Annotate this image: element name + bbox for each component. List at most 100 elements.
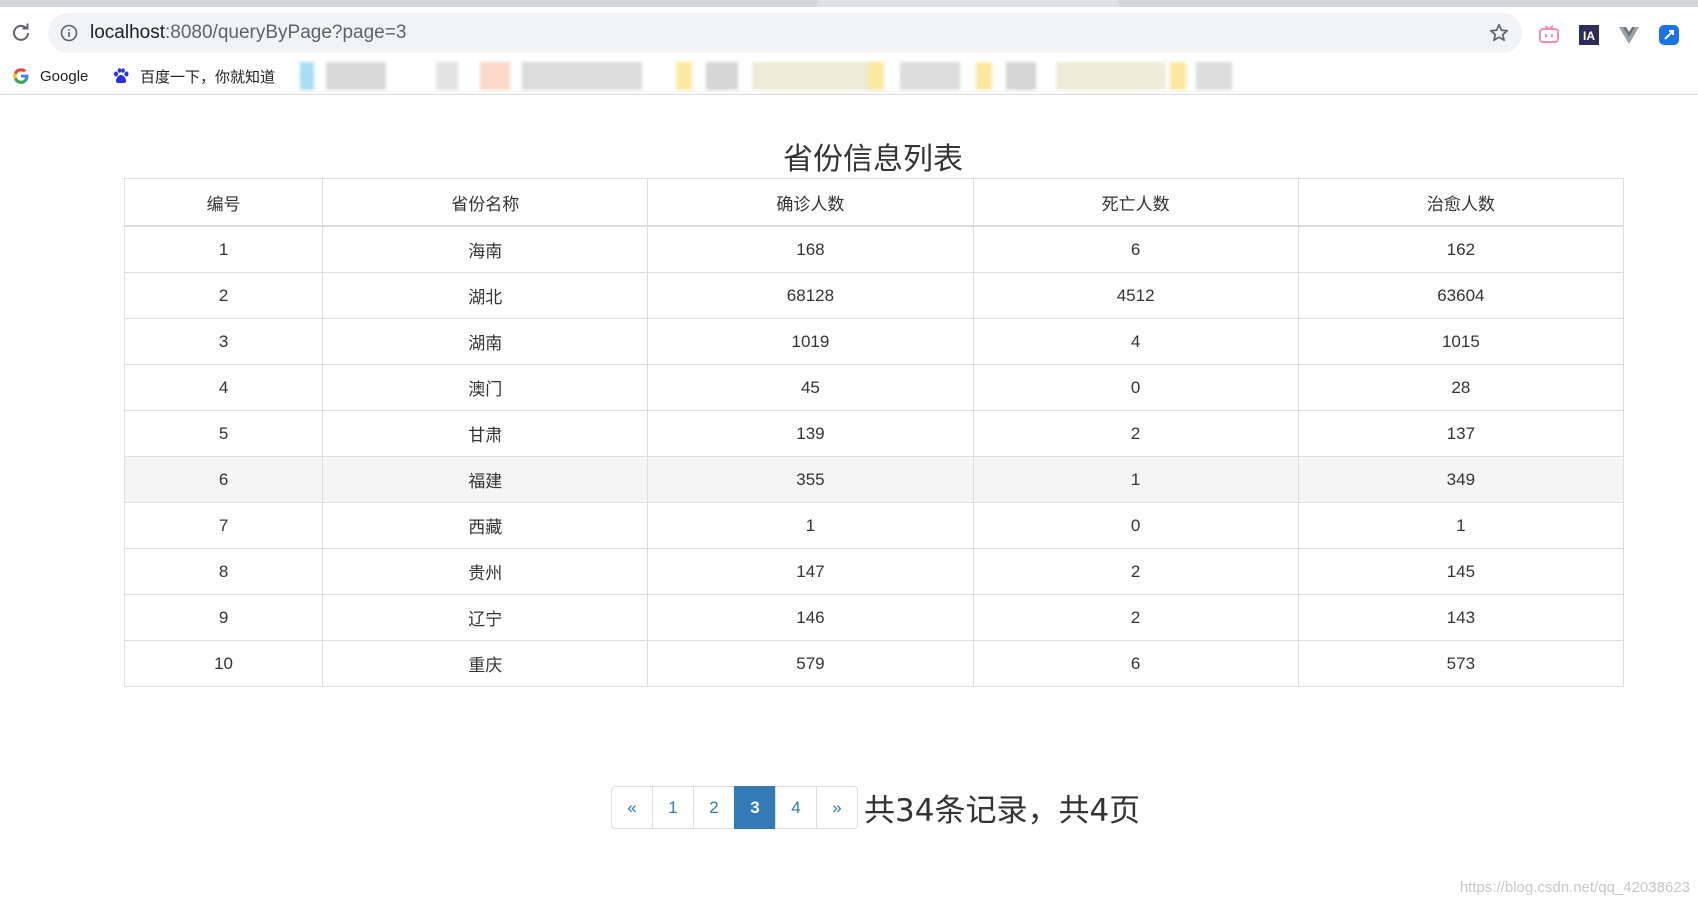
cell-id: 10 [123,640,324,687]
cell-id: 4 [123,364,324,411]
pagination-page-1[interactable]: 1 [652,786,694,829]
cell-id: 6 [123,456,324,503]
cell-recovered: 28 [1297,364,1625,411]
cell-recovered: 1 [1297,502,1625,549]
url-path: :8080/queryByPage?page=3 [165,22,407,43]
bookmarks-bar: Google 百度一下，你就知道 [0,60,1698,95]
cell-id: 1 [123,225,324,273]
bookmark-baidu[interactable]: 百度一下，你就知道 [112,64,275,88]
cell-confirmed: 68128 [647,272,974,319]
cell-recovered: 145 [1297,548,1625,595]
cell-deaths: 6 [972,640,1299,687]
pagination-page-2[interactable]: 2 [693,786,735,829]
google-icon [13,68,29,84]
cell-confirmed: 579 [647,640,974,687]
table-row: 3 湖南 1019 4 1015 [123,318,1625,365]
info-icon[interactable] [60,24,78,42]
column-header-deaths: 死亡人数 [972,178,1299,227]
table-row: 8 贵州 147 2 145 [123,548,1625,595]
tab-background [0,0,818,7]
cell-confirmed: 139 [647,410,974,457]
column-header-id: 编号 [123,178,324,227]
cell-province: 重庆 [322,640,649,687]
cell-province: 海南 [322,225,649,273]
svg-text:IA: IA [1583,29,1595,43]
bookmark-label: Google [40,67,89,85]
pagination-page-3-current[interactable]: 3 [734,786,776,829]
watermark: https://blog.csdn.net/qq_42038623 [1459,879,1690,896]
pagination: « 1 2 3 4 » 共34条记录，共4页 [611,786,1140,829]
extension-tv-icon[interactable] [1538,24,1560,46]
cell-deaths: 2 [972,410,1299,457]
cell-deaths: 2 [972,548,1299,595]
cell-deaths: 4 [972,318,1299,365]
url-host: localhost [90,22,165,43]
bookmark-star-icon[interactable] [1488,22,1510,44]
cell-confirmed: 1019 [647,318,974,365]
table-row: 1 海南 168 6 162 [123,225,1625,273]
table-row: 9 辽宁 146 2 143 [123,594,1625,641]
bookmark-label: 百度一下，你就知道 [140,68,276,86]
cell-province: 福建 [322,456,649,503]
cell-id: 9 [123,594,324,641]
extension-vue-icon[interactable] [1618,24,1640,46]
cell-recovered: 63604 [1297,272,1625,319]
cell-id: 8 [123,548,324,595]
browser-toolbar: localhost:8080/queryByPage?page=3 IA [0,7,1698,60]
bookmark-google[interactable]: Google [12,64,88,88]
cell-id: 7 [123,502,324,549]
cell-recovered: 1015 [1297,318,1625,365]
cell-province: 湖南 [322,318,649,365]
cell-deaths: 1 [972,456,1299,503]
table-row: 2 湖北 68128 4512 63604 [123,272,1625,319]
baidu-paw-icon [114,68,129,84]
page-title: 省份信息列表 [783,142,963,178]
column-header-recovered: 治愈人数 [1297,178,1625,227]
column-header-province: 省份名称 [322,178,649,227]
cell-deaths: 0 [972,364,1299,411]
cell-province: 澳门 [322,364,649,411]
cell-recovered: 573 [1297,640,1625,687]
cell-province: 湖北 [322,272,649,319]
reload-icon [13,23,29,41]
cell-recovered: 349 [1297,456,1625,503]
pagination-prev[interactable]: « [611,786,653,829]
province-table: 编号 省份名称 确诊人数 死亡人数 治愈人数 1 海南 168 6 162 2 … [123,178,1625,687]
address-bar[interactable]: localhost:8080/queryByPage?page=3 [48,13,1522,53]
tab-background [1118,0,1698,7]
cell-deaths: 6 [972,225,1299,273]
cell-recovered: 162 [1297,225,1625,273]
tab-strip [0,0,1698,7]
table-row: 5 甘肃 139 2 137 [123,410,1625,457]
url-text[interactable]: localhost:8080/queryByPage?page=3 [90,22,406,44]
cell-deaths: 0 [972,502,1299,549]
cell-id: 3 [123,318,324,365]
column-header-confirmed: 确诊人数 [647,178,974,227]
extension-ia-icon[interactable]: IA [1578,24,1600,46]
cell-deaths: 2 [972,594,1299,641]
cell-recovered: 137 [1297,410,1625,457]
cell-confirmed: 355 [647,456,974,503]
cell-confirmed: 1 [647,502,974,549]
cell-confirmed: 146 [647,594,974,641]
table-row: 6 福建 355 1 349 [123,456,1625,503]
extension-blue-icon[interactable] [1658,24,1680,46]
pagination-page-4[interactable]: 4 [775,786,817,829]
cell-id: 2 [123,272,324,319]
cell-deaths: 4512 [972,272,1299,319]
pagination-next[interactable]: » [816,786,858,829]
blurred-bookmarks [296,62,1236,90]
record-summary: 共34条记录，共4页 [864,793,1141,829]
cell-recovered: 143 [1297,594,1625,641]
pagination-list: « 1 2 3 4 » [611,786,858,829]
cell-confirmed: 45 [647,364,974,411]
cell-province: 西藏 [322,502,649,549]
table-header-row: 编号 省份名称 确诊人数 死亡人数 治愈人数 [123,178,1625,227]
cell-id: 5 [123,410,324,457]
cell-province: 贵州 [322,548,649,595]
cell-province: 甘肃 [322,410,649,457]
cell-province: 辽宁 [322,594,649,641]
cell-confirmed: 147 [647,548,974,595]
reload-button[interactable] [8,20,34,46]
table-row: 10 重庆 579 6 573 [123,640,1625,687]
